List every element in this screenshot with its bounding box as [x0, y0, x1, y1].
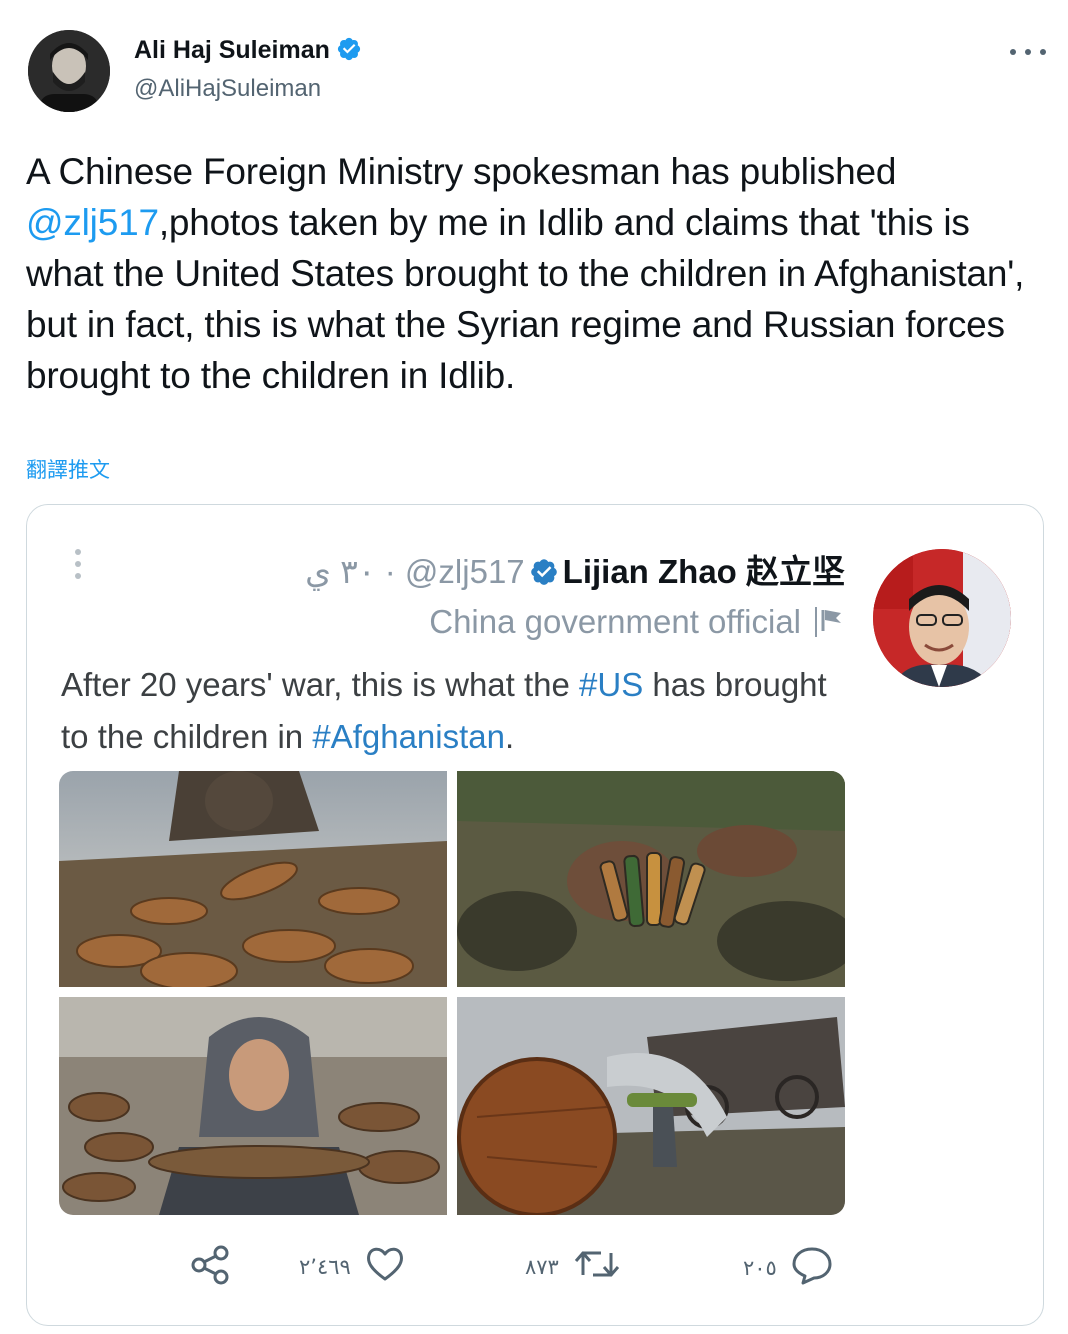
photo-1[interactable] [59, 771, 447, 987]
reply-icon [791, 1245, 833, 1290]
more-vertical-icon[interactable] [75, 549, 83, 585]
quoted-label-text: China government official [429, 603, 801, 640]
share-icon [189, 1245, 233, 1290]
retweet-button[interactable]: ٨٧٣ [525, 1245, 621, 1288]
retweet-count: ٨٧٣ [525, 1254, 559, 1279]
tweet-text: A Chinese Foreign Ministry spokesman has… [26, 146, 1046, 401]
author-name[interactable]: Ali Haj Suleiman [134, 36, 362, 69]
quoted-text: After 20 years' war, this is what the #U… [61, 659, 841, 763]
like-count: ٢٬٤٦٩ [299, 1254, 351, 1279]
quoted-tweet-image[interactable]: ٣٠ ي · @zlj517 Lijian Zhao 赵立坚 China gove… [26, 504, 1044, 1326]
verified-badge-icon [336, 36, 362, 69]
quoted-separator: · [384, 553, 396, 590]
quoted-name: Lijian Zhao 赵立坚 [562, 553, 845, 590]
quoted-date: ٣٠ ي [305, 553, 376, 590]
author-avatar[interactable] [28, 30, 110, 112]
reply-count: ٢٠٥ [743, 1255, 777, 1280]
tweet-text-before: A Chinese Foreign Ministry spokesman has… [26, 151, 897, 192]
more-horizontal-icon[interactable] [1010, 40, 1046, 64]
author-name-text: Ali Haj Suleiman [134, 36, 330, 64]
author-handle[interactable]: @AliHajSuleiman [134, 75, 321, 103]
tweet-text-after: ,photos taken by me in Idlib and claims … [26, 202, 1025, 396]
quoted-handle: @zlj517 [404, 553, 525, 590]
retweet-icon [573, 1245, 621, 1288]
photo-2[interactable] [457, 771, 845, 987]
quoted-verified-icon [529, 557, 559, 595]
like-button[interactable]: ٢٬٤٦٩ [299, 1245, 405, 1288]
photo-3[interactable] [59, 997, 447, 1215]
share-button[interactable] [189, 1245, 233, 1290]
quoted-avatar [873, 549, 1011, 687]
quoted-header: ٣٠ ي · @zlj517 Lijian Zhao 赵立坚 [305, 545, 845, 595]
action-bar: ٢٬٤٦٩ ٨٧٣ ٢٠٥ [27, 1227, 1043, 1297]
translate-tweet-link[interactable]: 翻譯推文 [26, 454, 110, 484]
heart-icon [365, 1245, 405, 1288]
hashtag-us[interactable]: #US [579, 666, 643, 703]
photo-4[interactable] [457, 997, 845, 1215]
mention-link[interactable]: @zlj517 [26, 202, 159, 243]
flag-icon [821, 603, 843, 640]
hashtag-afghanistan[interactable]: #Afghanistan [312, 718, 505, 755]
media-grid [59, 771, 845, 1215]
author-photo [28, 30, 110, 112]
quoted-text-part1: After 20 years' war, this is what the [61, 666, 580, 703]
reply-button[interactable]: ٢٠٥ [743, 1245, 833, 1290]
quoted-text-part3: . [504, 718, 515, 755]
quoted-account-label: China government official [429, 603, 843, 641]
